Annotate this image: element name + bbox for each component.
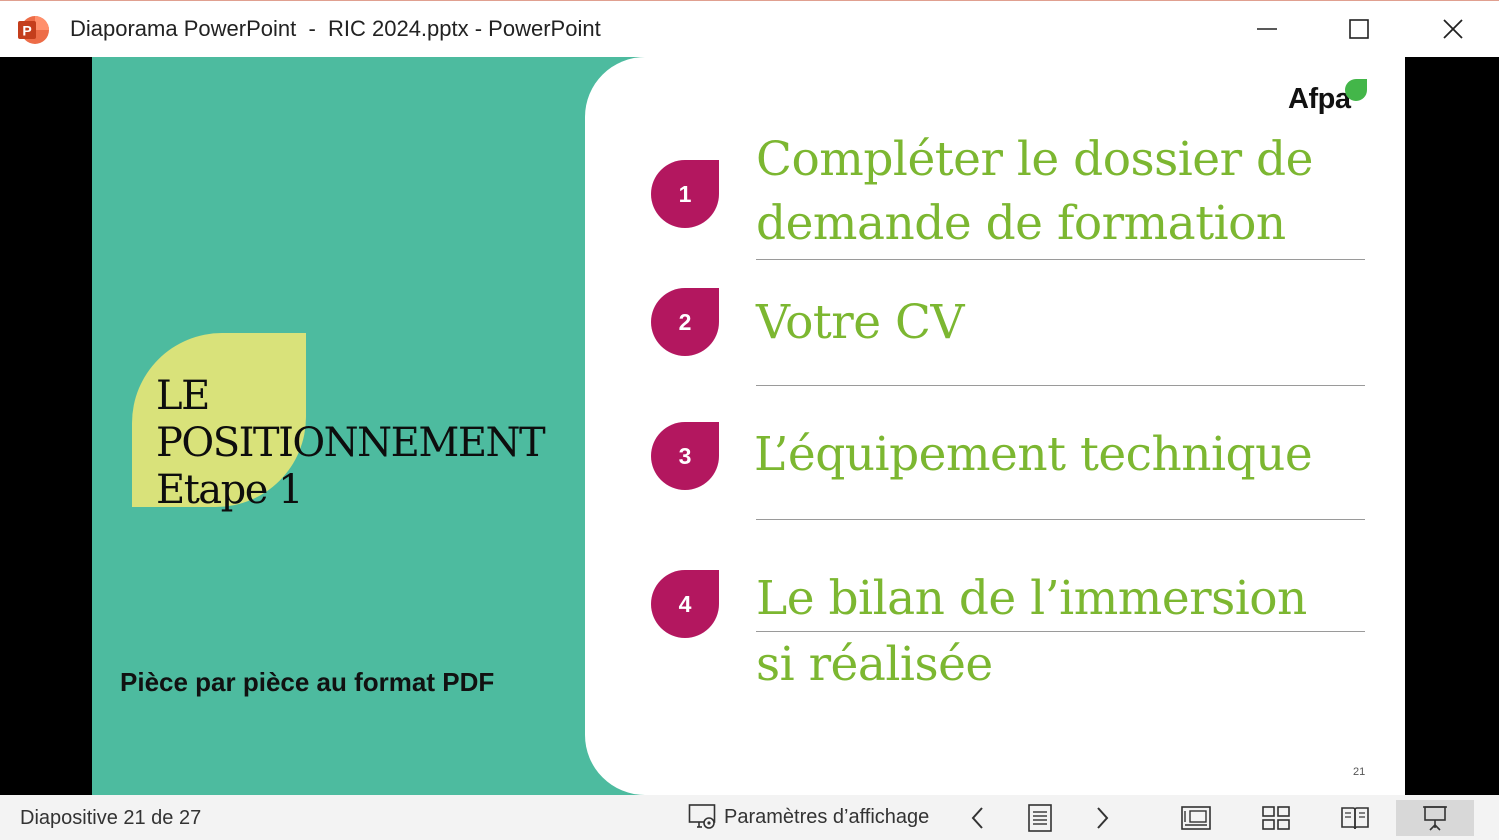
slide[interactable]: LE POSITIONNEMENT Etape 1 Pièce par pièc… bbox=[92, 57, 1405, 795]
status-bar: Diapositive 21 de 27 Paramètres d’affich… bbox=[0, 795, 1499, 840]
logo-leaf-icon bbox=[1345, 79, 1367, 101]
item-number-badge: 3 bbox=[651, 422, 719, 490]
display-settings-button[interactable]: Paramètres d’affichage bbox=[688, 801, 929, 833]
display-settings-label: Paramètres d’affichage bbox=[724, 805, 930, 828]
normal-view-button[interactable] bbox=[1178, 800, 1214, 836]
heading-line: POSITIONNEMENT bbox=[156, 420, 546, 466]
separator-line bbox=[756, 385, 1365, 386]
separator-line bbox=[756, 519, 1365, 520]
slide-sorter-icon bbox=[1262, 806, 1290, 830]
reading-view-button[interactable] bbox=[1337, 800, 1373, 836]
next-button[interactable] bbox=[1084, 800, 1120, 836]
item-text: Votre CV bbox=[756, 295, 964, 350]
item-number-badge: 2 bbox=[651, 288, 719, 356]
heading-line: Etape 1 bbox=[156, 467, 304, 513]
previous-button[interactable] bbox=[960, 800, 996, 836]
item-text: Le bilan de l’immersion bbox=[756, 571, 1307, 626]
item-number-badge: 1 bbox=[651, 160, 719, 228]
slideshow-stage[interactable]: LE POSITIONNEMENT Etape 1 Pièce par pièc… bbox=[0, 57, 1499, 795]
maximize-icon bbox=[1349, 19, 1369, 39]
slideshow-button[interactable] bbox=[1396, 800, 1474, 836]
slide-menu-button[interactable] bbox=[1022, 800, 1058, 836]
window-title: Diaporama PowerPoint - RIC 2024.pptx - P… bbox=[70, 16, 601, 41]
afpa-logo: Afpa bbox=[1288, 83, 1351, 115]
item-text: demande de formation bbox=[756, 196, 1286, 251]
item-text: Compléter le dossier de bbox=[756, 132, 1313, 187]
slide-heading: LE POSITIONNEMENT Etape 1 bbox=[156, 373, 546, 514]
separator-line bbox=[756, 631, 1365, 632]
slide-menu-icon bbox=[1028, 804, 1052, 832]
title-bar: P Diaporama PowerPoint - RIC 2024.pptx -… bbox=[0, 0, 1499, 57]
item-number-badge: 4 bbox=[651, 570, 719, 638]
item-text: si réalisée bbox=[756, 637, 993, 692]
slide-page-number: 21 bbox=[1353, 766, 1366, 778]
slide-sorter-button[interactable] bbox=[1258, 800, 1294, 836]
close-button[interactable] bbox=[1408, 1, 1498, 57]
separator-line bbox=[756, 259, 1365, 260]
reading-view-icon bbox=[1341, 807, 1369, 830]
heading-line: LE bbox=[156, 373, 210, 419]
close-icon bbox=[1443, 19, 1463, 39]
powerpoint-icon: P bbox=[16, 14, 50, 46]
normal-view-icon bbox=[1181, 806, 1211, 830]
app-icon-letter: P bbox=[22, 23, 31, 39]
slide-counter: Diapositive 21 de 27 bbox=[20, 807, 202, 829]
next-icon bbox=[1097, 807, 1109, 829]
slideshow-icon bbox=[1423, 806, 1447, 831]
display-settings-icon bbox=[688, 804, 716, 829]
minimize-button[interactable] bbox=[1222, 1, 1312, 57]
minimize-icon bbox=[1257, 28, 1277, 30]
previous-icon bbox=[971, 807, 983, 829]
slide-subtitle: Pièce par pièce au format PDF bbox=[120, 667, 495, 697]
item-text: L’équipement technique bbox=[754, 427, 1313, 482]
maximize-button[interactable] bbox=[1314, 1, 1404, 57]
